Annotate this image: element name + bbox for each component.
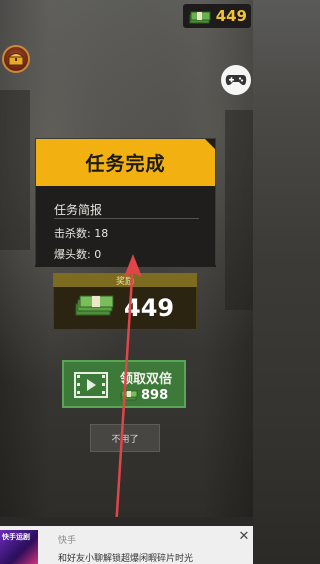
- double-reward-value: 898: [141, 388, 169, 403]
- ad-thumbnail[interactable]: 快手运剧: [0, 530, 38, 564]
- headshot-count: 爆头数: 0: [54, 248, 102, 261]
- dialog-title: 任务完成: [85, 153, 166, 175]
- reward-label-bar: 奖励: [53, 273, 197, 287]
- double-reward-amount: 898: [120, 388, 168, 403]
- reward-panel: 奖励 449: [53, 273, 197, 330]
- header-corner-notch: [205, 139, 215, 149]
- double-reward-label: 领取双倍: [120, 372, 173, 387]
- screen-bottom-strip: [0, 517, 253, 526]
- skip-button[interactable]: 不用了: [90, 424, 160, 452]
- ad-app-name: 快手: [58, 536, 77, 546]
- ad-thumbnail-text: 快手运剧: [2, 533, 30, 541]
- treasure-chest-icon: [8, 53, 24, 66]
- dialog-bottom-edge: [35, 265, 216, 267]
- cash-stack-icon: [74, 295, 114, 321]
- gamepad-icon: [225, 75, 247, 86]
- reward-value: 449: [124, 294, 175, 322]
- skip-label: 不用了: [111, 434, 139, 445]
- cash-stack-icon: [120, 390, 138, 401]
- report-title: 任务简报: [54, 203, 103, 217]
- treasure-chest-button[interactable]: [2, 45, 30, 73]
- reward-box: 449: [54, 287, 196, 329]
- currency-display: 449: [183, 4, 251, 28]
- mission-complete-dialog: 任务完成 任务简报 击杀数: 18 爆头数: 0: [35, 138, 216, 266]
- double-reward-button[interactable]: 领取双倍 898: [62, 360, 186, 408]
- video-play-icon: [74, 372, 108, 398]
- currency-value: 449: [215, 7, 247, 25]
- kill-count: 击杀数: 18: [54, 227, 109, 240]
- background-building: [225, 110, 253, 310]
- dialog-header: 任务完成: [36, 139, 215, 186]
- ad-text: 和好友小聊解锁超爆闲暇碎片时光: [58, 554, 194, 564]
- gamepad-button[interactable]: [221, 65, 251, 95]
- close-icon[interactable]: ✕: [237, 530, 251, 544]
- report-divider: [54, 218, 199, 219]
- background-building: [0, 90, 30, 250]
- reward-label: 奖励: [115, 276, 134, 287]
- cash-stack-icon: [189, 9, 211, 28]
